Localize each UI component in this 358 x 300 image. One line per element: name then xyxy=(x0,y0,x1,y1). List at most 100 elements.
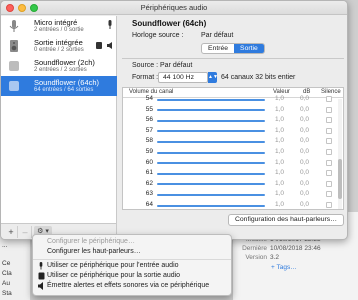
configure-speakers-button[interactable]: Configuration des haut-parleurs… xyxy=(228,214,344,226)
channel-value: 1,0 xyxy=(275,148,285,155)
mute-checkbox[interactable] xyxy=(326,138,332,145)
speaker-icon xyxy=(38,272,45,280)
device-item-soundflower-64ch[interactable]: Soundflower (64ch) 64 entrées / 64 sorti… xyxy=(1,76,117,96)
channel-volume-slider[interactable] xyxy=(157,172,265,175)
generic-audio-icon xyxy=(9,81,19,91)
mute-checkbox[interactable] xyxy=(326,127,332,134)
channel-db: 0,0 xyxy=(300,137,310,145)
audio-devices-window: Périphériques audio Micro intégré 2 entr… xyxy=(0,0,348,240)
menu-item-alerts-output[interactable]: Émettre alertes et effets sonores via ce… xyxy=(33,281,231,291)
mute-checkbox[interactable] xyxy=(326,159,332,166)
channel-number: 62 xyxy=(145,179,153,187)
mute-checkbox[interactable] xyxy=(326,106,332,113)
channel-db: 0,0 xyxy=(300,179,310,187)
format-description: 64 canaux 32 bits entier xyxy=(221,74,296,81)
remove-device-button[interactable]: – xyxy=(19,226,32,238)
channel-volume-slider[interactable] xyxy=(157,98,265,101)
channel-db: 0,0 xyxy=(300,201,310,208)
default-input-icon xyxy=(108,20,112,29)
channel-volume-slider[interactable] xyxy=(157,140,265,143)
table-row: 56 1,0 0,0 xyxy=(123,115,343,126)
background-text: Cla xyxy=(2,270,12,277)
device-channels: 0 entrée / 2 sorties xyxy=(34,47,84,53)
channel-value: 1,0 xyxy=(275,105,285,113)
menu-item-use-for-output[interactable]: Utiliser ce périphérique pour la sortie … xyxy=(33,271,231,281)
alert-output-icon xyxy=(107,42,112,49)
device-item-builtin-output[interactable]: Sortie intégrée 0 entrée / 2 sorties xyxy=(1,36,117,56)
channel-value: 1,0 xyxy=(275,126,285,134)
mute-checkbox[interactable] xyxy=(326,180,332,187)
device-name: Micro intégré xyxy=(34,18,78,27)
minimize-button[interactable] xyxy=(18,4,26,12)
channel-number: 64 xyxy=(145,201,153,208)
scrollbar[interactable] xyxy=(338,99,342,209)
channel-db: 0,0 xyxy=(300,105,310,113)
add-device-button[interactable]: + xyxy=(5,226,18,238)
channel-number: 61 xyxy=(145,169,153,177)
mute-checkbox[interactable] xyxy=(326,202,332,208)
channel-db: 0,0 xyxy=(300,169,310,177)
channel-volume-slider[interactable] xyxy=(157,130,265,133)
mute-checkbox[interactable] xyxy=(326,149,332,155)
tab-input[interactable]: Entrée xyxy=(202,44,234,53)
channel-value: 1,0 xyxy=(275,158,285,166)
title-bar: Périphériques audio xyxy=(1,1,347,15)
channel-volume-slider[interactable] xyxy=(157,109,265,112)
channel-value: 1,0 xyxy=(275,190,285,198)
channel-number: 55 xyxy=(145,105,153,113)
device-name: Soundflower (2ch) xyxy=(34,58,95,67)
table-row: 57 1,0 0,0 xyxy=(123,126,343,137)
add-tags-link[interactable]: + Tags… xyxy=(271,264,297,271)
menu-item-use-for-input[interactable]: Utiliser ce périphérique pour l’entrée a… xyxy=(33,261,231,271)
channel-number: 56 xyxy=(145,116,153,124)
menu-item-configure-device[interactable]: Configurer le périphérique… xyxy=(33,237,231,247)
zoom-button[interactable] xyxy=(30,4,38,12)
mute-checkbox[interactable] xyxy=(326,117,332,124)
clock-source-label: Horloge source : xyxy=(132,32,184,39)
menu-separator xyxy=(33,259,231,260)
generic-audio-icon xyxy=(9,61,19,71)
channel-volume-table: Volume du canal Valeur dB Silence 54 1,0 0… xyxy=(122,87,344,210)
default-output-icon xyxy=(96,42,102,49)
table-row: 60 1,0 0,0 xyxy=(123,158,343,169)
channel-volume-slider[interactable] xyxy=(157,151,265,154)
channel-volume-slider[interactable] xyxy=(157,162,265,165)
channel-number: 58 xyxy=(145,137,153,145)
device-item-micro[interactable]: Micro intégré 2 entrées / 0 sortie xyxy=(1,16,117,36)
channel-volume-slider[interactable] xyxy=(157,204,265,207)
mute-checkbox[interactable] xyxy=(326,170,332,177)
channel-db: 0,0 xyxy=(300,148,310,155)
table-row: 61 1,0 0,0 xyxy=(123,168,343,179)
speaker-icon xyxy=(10,40,18,52)
device-title: Soundflower (64ch) xyxy=(132,19,207,28)
table-row: 63 1,0 0,0 xyxy=(123,189,343,200)
scrollbar-thumb[interactable] xyxy=(338,159,342,199)
device-item-soundflower-2ch[interactable]: Soundflower (2ch) 2 entrées / 2 sorties xyxy=(1,56,117,76)
gear-popup-menu: Configurer le périphérique… Configurer l… xyxy=(32,234,232,296)
info-row: Version 3.2 xyxy=(245,254,280,261)
channel-value: 1,0 xyxy=(275,179,285,187)
background-text: ... xyxy=(2,242,8,249)
background-text: Au xyxy=(2,280,10,287)
mute-checkbox[interactable] xyxy=(326,96,332,102)
background-text: Ce xyxy=(2,260,11,267)
channel-number: 63 xyxy=(145,190,153,198)
menu-item-configure-speakers[interactable]: Configurer les haut-parleurs… xyxy=(33,247,231,257)
mute-checkbox[interactable] xyxy=(326,191,332,198)
chevron-updown-icon[interactable]: ▲▼ xyxy=(208,72,218,83)
channel-value: 1,0 xyxy=(275,169,285,177)
channel-number: 54 xyxy=(145,95,153,102)
channel-value: 1,0 xyxy=(275,201,285,208)
channel-volume-slider[interactable] xyxy=(157,183,265,186)
format-label: Format : xyxy=(132,74,159,81)
close-button[interactable] xyxy=(6,4,14,12)
divider xyxy=(122,58,344,59)
microphone-icon xyxy=(39,262,43,270)
device-channels: 64 entrées / 64 sorties xyxy=(34,87,94,93)
format-select[interactable]: 44 100 Hz xyxy=(158,72,208,83)
channel-db: 0,0 xyxy=(300,116,310,124)
tab-output[interactable]: Sortie xyxy=(234,44,264,53)
channel-volume-slider[interactable] xyxy=(157,193,265,196)
clock-source-value[interactable]: Par défaut xyxy=(201,32,233,39)
channel-volume-slider[interactable] xyxy=(157,119,265,122)
